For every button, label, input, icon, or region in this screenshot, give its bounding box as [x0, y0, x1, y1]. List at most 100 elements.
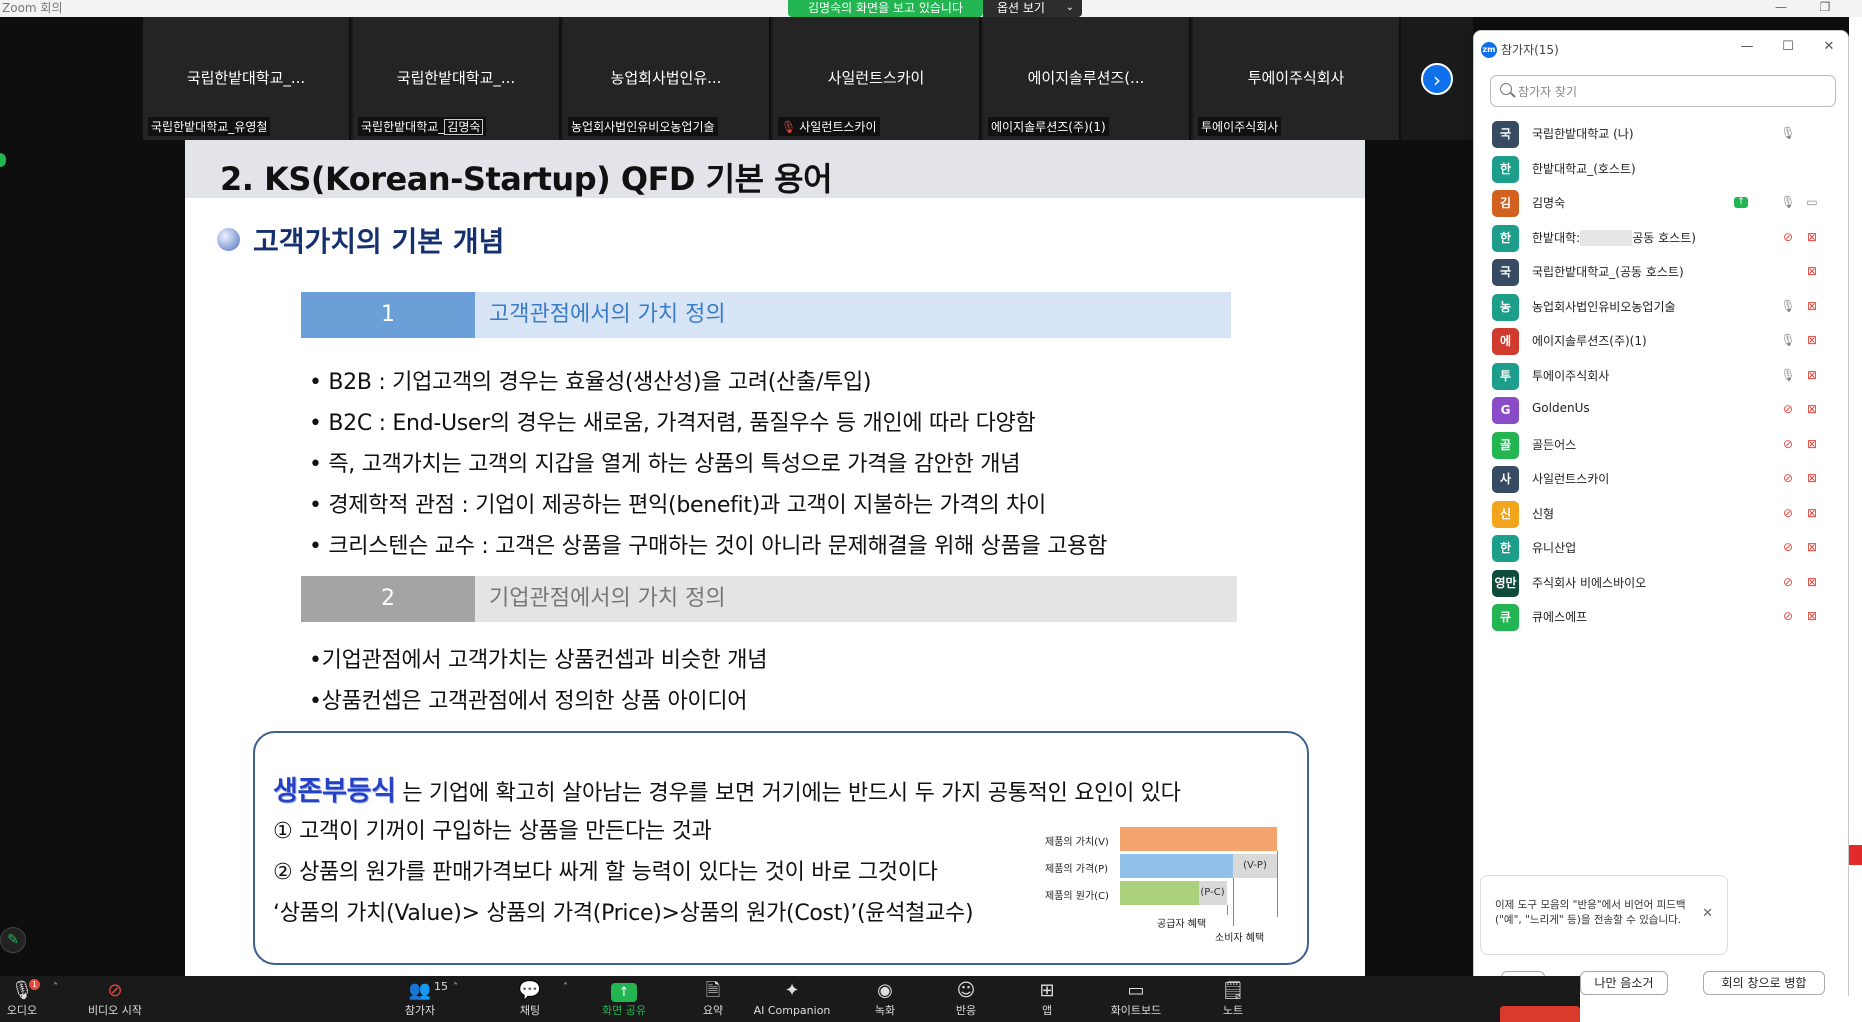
chat-icon: 💬	[518, 980, 542, 1001]
chevron-down-icon: ⌄	[1065, 2, 1074, 13]
share-button[interactable]: ↑ 화면 공유	[579, 976, 669, 1022]
zoom-logo-icon: zm	[1481, 42, 1497, 58]
video-off-icon[interactable]: ⊠	[1804, 436, 1820, 452]
reactions-button[interactable]: ☺ 반응	[921, 976, 1011, 1022]
video-off-icon[interactable]: ⊠	[1804, 539, 1820, 555]
chart-bar	[1120, 827, 1277, 851]
section-band-1: 1 고객관점에서의 가치 정의	[301, 292, 1231, 338]
whiteboard-label: 화이트보드	[1110, 1004, 1162, 1017]
chart-category-label: 제품의 가격(P)	[1045, 864, 1109, 875]
video-thumbnail-strip: 국립한밭대학교_... 국립한밭대학교_유영철 국립한밭대학교_... 국립한밭…	[143, 17, 1473, 140]
video-thumbnail[interactable]: 사일런트스카이 🎙 사일런트스카이	[773, 17, 981, 140]
mic-muted-icon[interactable]: ⊘	[1780, 608, 1796, 624]
video-camera-icon[interactable]: ▭	[1804, 194, 1820, 210]
video-off-icon[interactable]: ⊠	[1804, 574, 1820, 590]
video-thumbnail[interactable]: 에이지솔루션즈(... 에이지솔루션즈(주)(1)	[983, 17, 1191, 140]
caret-up-icon[interactable]: ˄	[53, 982, 58, 993]
annotate-pen-icon[interactable]: ✎	[0, 927, 26, 953]
avatar: 에	[1492, 328, 1519, 355]
next-page-button[interactable]: ›	[1421, 63, 1453, 95]
ai-label: AI Companion	[753, 1004, 831, 1017]
microphone-icon[interactable]: 🎙	[1780, 125, 1796, 141]
avatar: 국	[1492, 121, 1519, 148]
video-off-icon[interactable]: ⊠	[1804, 401, 1820, 417]
minimize-icon[interactable]: —	[1771, 0, 1791, 16]
participant-name: 김명숙	[1532, 196, 1566, 210]
video-off-icon[interactable]: ⊠	[1804, 332, 1820, 348]
participant-row[interactable]: 큐 큐에스에프 ⊘ ⊠	[1474, 596, 1848, 636]
merge-to-meeting-button[interactable]: 회의 창으로 병합	[1703, 971, 1825, 995]
chart-annotation: 공급자 혜택	[1157, 919, 1207, 930]
mic-muted-icon[interactable]: ⊘	[1780, 229, 1796, 245]
chart-bar	[1120, 881, 1199, 905]
video-button[interactable]: ⊘ 비디오 시작	[70, 976, 160, 1022]
video-off-icon[interactable]: ⊠	[1804, 505, 1820, 521]
shared-slide: 2. KS(Korean-Startup) QFD 기본 용어 고객가치의 기본…	[185, 140, 1365, 976]
redacted-text	[1580, 230, 1633, 246]
thumbnail-label-highlight: 김명숙	[444, 119, 484, 135]
view-options-button[interactable]: 옵션 보기 ⌄	[983, 0, 1082, 17]
summary-button[interactable]: 🗎 요약	[668, 976, 758, 1022]
mic-muted-icon[interactable]: ⊘	[1780, 505, 1796, 521]
mic-muted-icon[interactable]: ⊘	[1780, 436, 1796, 452]
notes-icon: 🗒	[1221, 980, 1245, 1001]
avatar: 영만	[1492, 569, 1519, 597]
video-thumbnail[interactable]: 국립한밭대학교_... 국립한밭대학교_ 김명숙	[353, 17, 561, 140]
microphone-icon[interactable]: 🎙	[1780, 332, 1796, 348]
record-button[interactable]: ◉ 녹화	[840, 976, 930, 1022]
video-thumbnail[interactable]: 농업회사법인유... 농업회사법인유비오농업기술	[563, 17, 771, 140]
microphone-icon[interactable]: 🎙	[1780, 194, 1796, 210]
apps-button[interactable]: ⊞ 앱	[1002, 976, 1092, 1022]
end-button[interactable]	[1500, 1006, 1580, 1022]
share-indicator	[0, 153, 6, 167]
mute-me-button[interactable]: 나만 음소거	[1580, 971, 1668, 995]
mic-muted-icon[interactable]: ⊘	[1780, 539, 1796, 555]
video-thumbnail[interactable]: 투에이주식회사 투에이주식회사	[1193, 17, 1401, 140]
avatar: 농	[1492, 293, 1519, 321]
participant-name: 큐에스에프	[1532, 610, 1588, 624]
video-thumbnail[interactable]: 국립한밭대학교_... 국립한밭대학교_유영철	[143, 17, 351, 140]
close-icon[interactable]: ✕	[1818, 39, 1840, 59]
video-off-icon[interactable]: ⊠	[1804, 367, 1820, 383]
video-off-icon[interactable]: ⊠	[1804, 608, 1820, 624]
mic-muted-icon[interactable]: ⊘	[1780, 470, 1796, 486]
caret-up-icon[interactable]: ˄	[563, 982, 568, 993]
participants-button[interactable]: 👥 참가자 15 ˄	[375, 976, 465, 1022]
participants-panel: zm 참가자(15) — ☐ ✕ 참가자 찾기 국 국립한밭대학교 (나) 🎙 한 한밭…	[1473, 30, 1849, 1013]
avatar: 큐	[1492, 604, 1519, 631]
bullet-line: •기업관점에서 고객가치는 상품컨셉과 비슷한 개념	[309, 648, 768, 673]
whiteboard-button[interactable]: ▭ 화이트보드	[1091, 976, 1181, 1022]
participant-search[interactable]: 참가자 찾기	[1490, 75, 1836, 107]
video-off-icon[interactable]: ⊠	[1804, 470, 1820, 486]
minimize-icon[interactable]: —	[1736, 39, 1758, 59]
audio-button[interactable]: 🎙 오디오 1 ˄	[0, 976, 67, 1022]
apps-icon: ⊞	[1039, 980, 1055, 1001]
microphone-icon[interactable]: 🎙	[1780, 367, 1796, 383]
panel-title: 참가자(15)	[1501, 43, 1559, 57]
chart-guide-line	[1226, 905, 1228, 915]
close-icon[interactable]: ✕	[1702, 906, 1713, 921]
thumbnail-name: 사일런트스카이	[827, 69, 925, 87]
caret-up-icon[interactable]: ˄	[453, 982, 458, 993]
restore-icon[interactable]: ❐	[1815, 0, 1835, 16]
section-number: 1	[301, 292, 475, 338]
chat-button[interactable]: 💬 채팅 ˄	[485, 976, 575, 1022]
microphone-icon[interactable]: 🎙	[1780, 298, 1796, 314]
video-off-icon[interactable]: ⊠	[1804, 229, 1820, 245]
notes-button[interactable]: 🗒 노트	[1188, 976, 1278, 1022]
mic-muted-icon[interactable]: ⊘	[1780, 401, 1796, 417]
video-label: 비디오 시작	[87, 1004, 143, 1017]
bullet-line: • 즉, 고객가치는 고객의 지갑을 열게 하는 상품의 특성으로 가격을 감안…	[309, 452, 1021, 477]
ai-button[interactable]: ✦ AI Companion	[747, 976, 837, 1022]
maximize-icon[interactable]: ☐	[1777, 39, 1799, 59]
participant-name: 국립한밭대학교 (나)	[1532, 127, 1634, 141]
thumbnail-label-prefix: 국립한밭대학교_	[361, 120, 445, 134]
ai-companion-icon: ✦	[784, 980, 800, 1001]
video-off-icon[interactable]: ⊠	[1804, 263, 1820, 279]
video-off-icon[interactable]: ⊠	[1804, 298, 1820, 314]
participant-name: 사일런트스카이	[1532, 472, 1610, 486]
thumbnail-label: 국립한밭대학교_유영철	[148, 117, 271, 136]
box-line-2: ① 고객이 기꺼이 구입하는 상품을 만든다는 것과	[273, 819, 712, 844]
mic-muted-icon[interactable]: ⊘	[1780, 574, 1796, 590]
thumbnail-label: 농업회사법인유비오농업기술	[568, 117, 718, 136]
